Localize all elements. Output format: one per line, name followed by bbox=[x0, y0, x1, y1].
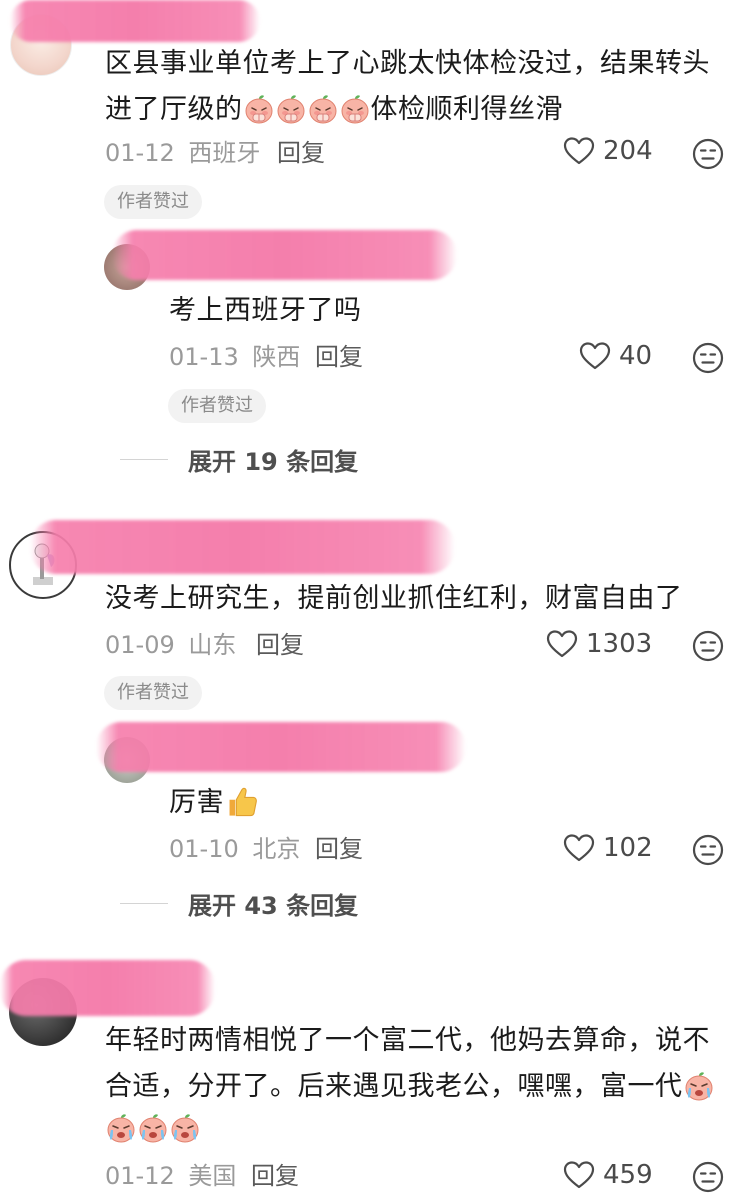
comment-meta: 01-09 山东 bbox=[105, 628, 236, 662]
reply-meta: 01-10 北京 bbox=[169, 832, 300, 866]
reply-button[interactable]: 回复 bbox=[315, 832, 363, 866]
neutral-face-icon[interactable] bbox=[692, 1161, 724, 1193]
comment-meta: 01-12 美国 bbox=[105, 1159, 236, 1193]
peach-crying-emoji bbox=[170, 1113, 200, 1143]
username-redacted[interactable] bbox=[112, 230, 457, 280]
neutral-face-icon[interactable] bbox=[692, 138, 724, 170]
author-liked-badge: 作者赞过 bbox=[168, 389, 266, 423]
reply-date: 01-10 bbox=[169, 835, 239, 863]
comment-text: 没考上研究生，提前创业抓住红利，财富自由了 bbox=[105, 583, 683, 614]
heart-outline-icon bbox=[563, 833, 595, 863]
reply-button[interactable]: 回复 bbox=[251, 1159, 299, 1193]
heart-outline-icon bbox=[546, 629, 578, 659]
reply-button[interactable]: 回复 bbox=[277, 136, 325, 170]
neutral-face-icon[interactable] bbox=[692, 834, 724, 866]
username-redacted[interactable] bbox=[30, 520, 455, 574]
reply-meta: 01-13 陕西 bbox=[169, 340, 300, 374]
username-redacted[interactable] bbox=[10, 0, 260, 42]
comment-location: 山东 bbox=[188, 631, 237, 659]
username-redacted[interactable] bbox=[0, 960, 215, 1016]
thumbs-up-emoji bbox=[225, 785, 259, 819]
reply-button[interactable]: 回复 bbox=[315, 340, 363, 374]
peach-pleading-emoji bbox=[244, 94, 274, 124]
heart-outline-icon bbox=[579, 341, 611, 371]
like-count: 1303 bbox=[586, 629, 653, 659]
peach-pleading-emoji bbox=[340, 94, 370, 124]
like-count: 459 bbox=[603, 1160, 653, 1190]
like-button[interactable]: 1303 bbox=[546, 629, 652, 659]
reply-location: 陕西 bbox=[252, 343, 301, 371]
heart-outline-icon bbox=[563, 1160, 595, 1190]
peach-crying-emoji bbox=[684, 1071, 714, 1101]
peach-pleading-emoji bbox=[308, 94, 338, 124]
comment-location: 西班牙 bbox=[188, 139, 261, 167]
comment-date: 01-12 bbox=[105, 1162, 175, 1190]
reply-button[interactable]: 回复 bbox=[256, 628, 304, 662]
comment-meta: 01-12 西班牙 bbox=[105, 136, 260, 170]
like-button[interactable]: 204 bbox=[563, 136, 653, 166]
peach-crying-emoji bbox=[138, 1113, 168, 1143]
like-count: 40 bbox=[619, 341, 653, 371]
comment-text: 区县事业单位考上了心跳太快体检没过，结果转头 进了厅级的 体检顺利得丝滑 bbox=[105, 48, 710, 125]
reply-text: 厉害 bbox=[169, 780, 260, 826]
comment-location: 美国 bbox=[188, 1162, 237, 1190]
author-liked-badge: 作者赞过 bbox=[104, 185, 202, 219]
heart-outline-icon bbox=[563, 136, 595, 166]
neutral-face-icon[interactable] bbox=[692, 342, 724, 374]
reply-date: 01-13 bbox=[169, 343, 239, 371]
divider bbox=[120, 459, 168, 460]
expand-replies-button[interactable]: 展开 19 条回复 bbox=[120, 442, 358, 477]
expand-replies-button[interactable]: 展开 43 条回复 bbox=[120, 886, 358, 921]
like-count: 102 bbox=[603, 833, 653, 863]
like-count: 204 bbox=[603, 136, 653, 166]
reply-text: 考上西班牙了吗 bbox=[169, 295, 362, 326]
neutral-face-icon[interactable] bbox=[692, 630, 724, 662]
reply-location: 北京 bbox=[252, 835, 301, 863]
like-button[interactable]: 459 bbox=[563, 1160, 653, 1190]
divider bbox=[120, 903, 168, 904]
author-liked-badge: 作者赞过 bbox=[104, 676, 202, 710]
peach-pleading-emoji bbox=[276, 94, 306, 124]
peach-crying-emoji bbox=[106, 1113, 136, 1143]
comment-text: 年轻时两情相悦了一个富二代，他妈去算命，说不 合适，分开了。后来遇见我老公，嘿嘿… bbox=[105, 1018, 745, 1148]
like-button[interactable]: 102 bbox=[563, 833, 653, 863]
comment-date: 01-09 bbox=[105, 631, 175, 659]
like-button[interactable]: 40 bbox=[579, 341, 652, 371]
comment-date: 01-12 bbox=[105, 139, 175, 167]
username-redacted[interactable] bbox=[96, 722, 466, 772]
